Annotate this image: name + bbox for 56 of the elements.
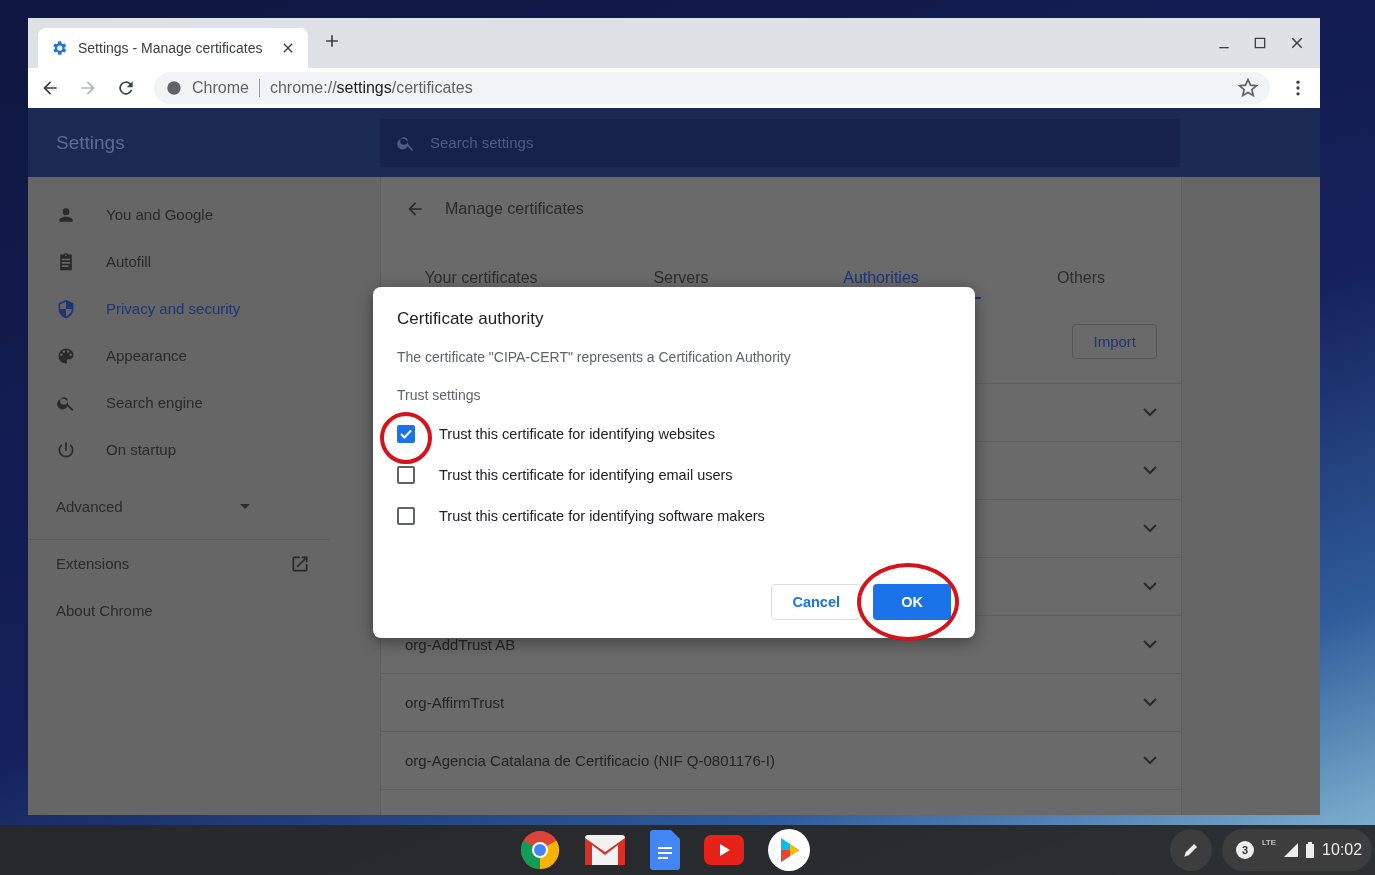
chevron-down-icon[interactable]: [1143, 524, 1157, 533]
certificate-row[interactable]: org-AffirmTrust: [381, 674, 1181, 732]
shield-icon: [56, 298, 76, 319]
checkbox[interactable]: [397, 506, 415, 525]
video-play-icon[interactable]: [704, 835, 744, 865]
chevron-down-icon[interactable]: [1143, 466, 1157, 475]
chevron-down-icon[interactable]: [1143, 582, 1157, 591]
sidebar-link[interactable]: Extensions: [28, 540, 380, 587]
caret-down-icon: [240, 503, 250, 509]
store-play-icon[interactable]: [768, 829, 810, 871]
tab-title: Settings - Manage certificates: [78, 40, 264, 56]
dialog-message: The certificate "CIPA-CERT" represents a Certification Authority: [397, 349, 792, 365]
browser-tab[interactable]: Settings - Manage certificates: [38, 28, 308, 68]
checkbox[interactable]: [397, 424, 415, 443]
dialog-title: Certificate authority: [397, 309, 545, 329]
star-icon[interactable]: [1238, 78, 1258, 98]
search-field[interactable]: Search settings: [380, 118, 1180, 167]
envelope-icon[interactable]: [584, 834, 626, 866]
battery-icon: [1306, 842, 1315, 858]
chevron-down-icon[interactable]: [1143, 756, 1157, 765]
sidebar-item[interactable]: Search engine: [28, 379, 380, 426]
document-icon[interactable]: [650, 830, 680, 870]
cancel-button[interactable]: Cancel: [771, 584, 861, 620]
certificate-tab[interactable]: Others: [981, 269, 1181, 299]
network-type: LTE: [1262, 838, 1277, 847]
chevron-down-icon[interactable]: [1143, 408, 1157, 417]
url-text: chrome://settings/certificates: [269, 79, 473, 97]
sidebar-item[interactable]: You and Google: [28, 191, 380, 238]
stylus-button[interactable]: [1170, 829, 1212, 871]
sidebar-item[interactable]: Autofill: [28, 238, 380, 285]
option-label: Trust this certificate for identifying software makers: [439, 507, 765, 524]
browser-app-icon[interactable]: [520, 830, 560, 870]
notification-count: 3: [1236, 841, 1254, 859]
section-label: Trust settings: [397, 387, 482, 403]
settings-title: Settings: [55, 131, 126, 154]
option-label: Trust this certificate for identifying email users: [439, 466, 733, 483]
certificate-row[interactable]: org-Agencia Catalana de Certificacio (NIF Q-0801176-I): [381, 732, 1181, 790]
advanced-toggle[interactable]: Advanced: [28, 473, 330, 540]
pen-icon: [1182, 841, 1200, 859]
sidebar-item[interactable]: On startup: [28, 426, 380, 473]
page-title: Manage certificates: [445, 200, 584, 218]
import-button[interactable]: Import: [1072, 323, 1157, 359]
chevron-down-icon[interactable]: [1143, 640, 1157, 649]
clock: 10:02: [1322, 841, 1363, 859]
maximize-icon[interactable]: [1252, 35, 1268, 51]
sidebar-item[interactable]: Appearance: [28, 332, 380, 379]
site-label: Chrome: [192, 79, 249, 97]
checkbox[interactable]: [397, 465, 415, 484]
option-label: Trust this certificate for identifying websites: [439, 425, 715, 442]
signal-icon: [1284, 843, 1299, 857]
status-tray[interactable]: 3 LTE 10:02: [1222, 829, 1373, 871]
address-bar[interactable]: Chrome chrome://settings/certificates: [154, 72, 1270, 104]
reload-icon[interactable]: [116, 78, 136, 98]
sidebar-item[interactable]: Privacy and security: [28, 285, 380, 332]
ok-button[interactable]: OK: [873, 584, 951, 620]
chevron-down-icon[interactable]: [1143, 698, 1157, 707]
